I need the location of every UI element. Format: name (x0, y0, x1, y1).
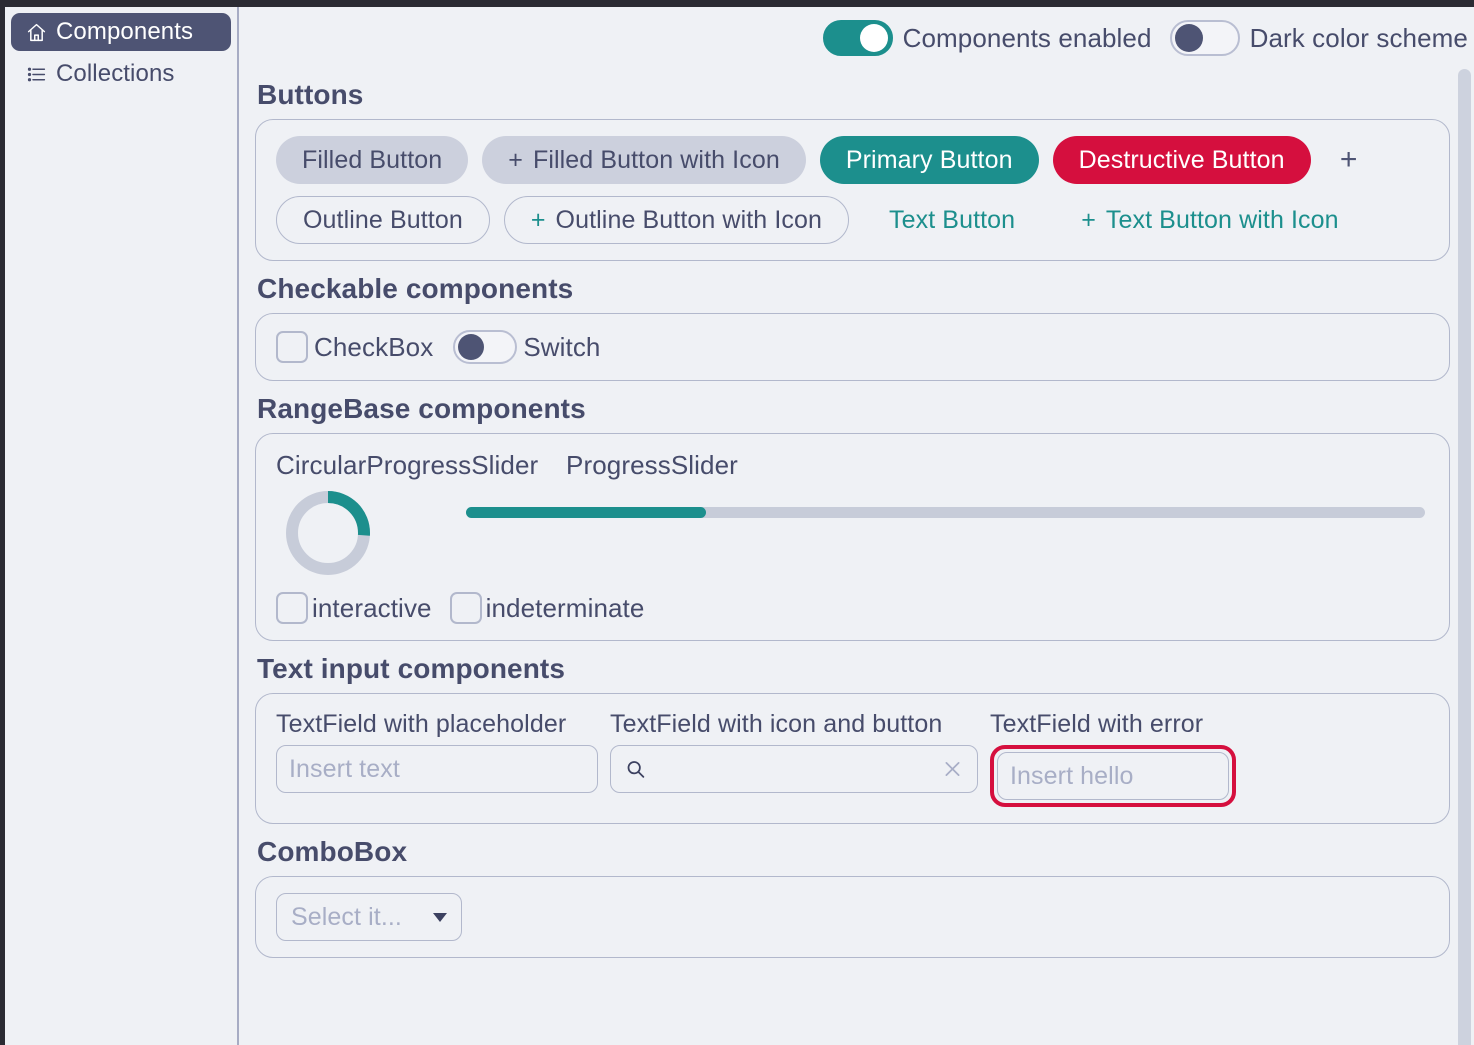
textfield-icon-group: TextField with icon and button (610, 710, 978, 793)
buttons-row-outline: Outline Button + Outline Button with Ico… (276, 196, 1429, 244)
indeterminate-label: indeterminate (485, 592, 645, 623)
switch-label: Switch (523, 331, 601, 362)
textfield-placeholder-group: TextField with placeholder (276, 710, 598, 793)
sidebar-item-collections[interactable]: Collections (11, 55, 231, 93)
outline-button-with-icon[interactable]: + Outline Button with Icon (503, 196, 849, 244)
home-icon (25, 21, 47, 43)
top-toolbar: Components enabled Dark color scheme (239, 7, 1474, 69)
indeterminate-checkbox-group: indeterminate (449, 592, 645, 624)
textfield-error-outline (990, 745, 1236, 807)
plus-icon: + (1081, 205, 1096, 234)
checkbox-control[interactable] (276, 331, 308, 363)
chevron-down-icon (433, 912, 447, 922)
components-enabled-toggle[interactable] (822, 20, 893, 56)
textfield-error-input[interactable] (1010, 761, 1216, 791)
section-title-combobox: ComboBox (257, 836, 408, 867)
sidebar-item-components[interactable]: Components (11, 13, 231, 51)
buttons-card: Filled Button + Filled Button with Icon … (255, 119, 1450, 261)
textfield-placeholder-input[interactable] (289, 754, 585, 784)
combobox-value: Select it... (291, 902, 402, 931)
rangebase-body (276, 485, 1429, 586)
sidebar: Components Collections (5, 7, 239, 1045)
sidebar-item-label: Collections (56, 60, 175, 87)
content-area: Buttons Filled Button + Filled Button wi… (241, 69, 1474, 1045)
button-label: Filled Button with Icon (532, 145, 780, 174)
dark-color-scheme-toggle[interactable] (1169, 20, 1240, 56)
text-button-with-icon[interactable]: + Text Button with Icon (1055, 196, 1364, 244)
button-label: Destructive Button (1078, 145, 1285, 174)
textfield-with-error[interactable] (997, 752, 1229, 800)
button-label: Text Button (889, 205, 1016, 234)
outline-button[interactable]: Outline Button (276, 196, 490, 244)
interactive-label: interactive (312, 592, 432, 623)
checkbox-label: CheckBox (314, 331, 434, 362)
button-label: Text Button with Icon (1105, 205, 1339, 234)
buttons-row-filled: Filled Button + Filled Button with Icon … (276, 136, 1429, 184)
progress-slider[interactable] (466, 485, 1429, 518)
textinput-row: TextField with placeholder TextField wit… (276, 710, 1429, 807)
textfield-error-group: TextField with error (990, 710, 1236, 807)
dark-color-scheme-group: Dark color scheme (1169, 20, 1468, 56)
button-label: Filled Button (302, 145, 443, 174)
textfield-placeholder[interactable] (276, 745, 598, 793)
button-label: Outline Button with Icon (555, 205, 822, 234)
button-label: Outline Button (303, 205, 463, 234)
text-button[interactable]: Text Button (863, 196, 1041, 244)
textfield-error-caption: TextField with error (990, 710, 1204, 738)
combobox-card: Select it... (255, 876, 1450, 958)
toggle-knob (859, 24, 888, 52)
combobox[interactable]: Select it... (276, 893, 462, 941)
rangebase-card: CircularProgressSlider ProgressSlider in… (255, 433, 1450, 641)
interactive-checkbox-group: interactive (276, 592, 432, 624)
scrollbar-thumb[interactable] (1458, 69, 1471, 1045)
progress-fill (466, 507, 706, 518)
plus-icon: + (508, 145, 523, 174)
plus-icon: + (530, 205, 546, 234)
vertical-scrollbar[interactable] (1458, 69, 1471, 1045)
textfield-icon-input[interactable] (619, 754, 965, 784)
progress-slider-label: ProgressSlider (566, 450, 738, 480)
button-label: Primary Button (845, 145, 1013, 174)
textfield-icon-caption: TextField with icon and button (610, 710, 943, 738)
progress-track[interactable] (466, 507, 1425, 518)
dark-color-scheme-label: Dark color scheme (1249, 22, 1468, 53)
primary-button[interactable]: Primary Button (819, 136, 1039, 184)
sidebar-item-label: Components (56, 18, 194, 45)
section-title-textinput: Text input components (257, 653, 566, 684)
section-title-rangebase: RangeBase components (257, 393, 586, 424)
list-icon (25, 63, 47, 85)
checkable-row: CheckBox Switch (276, 330, 1429, 364)
circular-progress-slider[interactable] (276, 485, 466, 586)
add-icon-button[interactable]: + (1325, 136, 1373, 184)
destructive-button[interactable]: Destructive Button (1052, 136, 1311, 184)
app-window: Components Collections Components enable… (0, 0, 1474, 1045)
textfield-with-icon-and-button[interactable] (610, 745, 978, 793)
rangebase-labels: CircularProgressSlider ProgressSlider (276, 450, 1429, 481)
toggle-knob (1174, 24, 1203, 52)
filled-button-with-icon[interactable]: + Filled Button with Icon (482, 136, 806, 184)
section-title-buttons: Buttons (257, 79, 364, 110)
filled-button[interactable]: Filled Button (276, 136, 469, 184)
plus-icon: + (1339, 143, 1358, 176)
circular-progress-label: CircularProgressSlider (276, 450, 539, 480)
interactive-checkbox[interactable] (276, 592, 308, 624)
section-title-checkable: Checkable components (257, 273, 574, 304)
components-enabled-group: Components enabled (822, 20, 1152, 56)
switch-control[interactable] (453, 330, 518, 364)
toggle-knob (458, 334, 485, 360)
clear-icon[interactable] (942, 759, 963, 780)
textinput-card: TextField with placeholder TextField wit… (255, 693, 1450, 824)
indeterminate-checkbox[interactable] (449, 592, 482, 624)
checkable-card: CheckBox Switch (255, 313, 1450, 381)
textfield-placeholder-caption: TextField with placeholder (276, 710, 567, 738)
components-enabled-label: Components enabled (902, 22, 1152, 53)
search-icon (625, 759, 646, 780)
rangebase-checks: interactive indeterminate (276, 592, 1429, 624)
